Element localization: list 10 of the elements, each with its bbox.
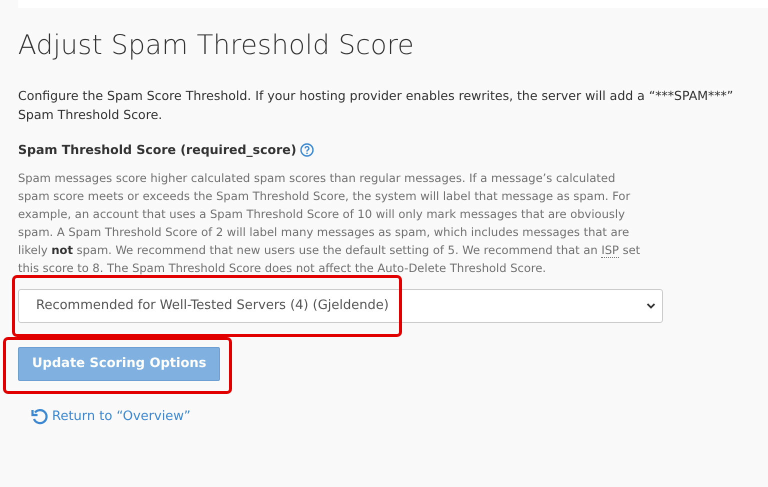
field-description: Spam messages score higher calculated spam scores than regular messages. If a message’s calculated spam score meets or exceeds the Spam Threshold Score, the system will label that message as spam. For example, an account that uses a Spam Threshold Score of 10 will only mark messages that are obviously spam. A Spam Threshold Score of 2 will label many messages as spam, which includes messages that are likely not spam. We recommend that new users use the default setting of 5. We recommend that an ISP set this score to 8. The Spam Threshold Score does not affect the Auto-Delete Threshold Score. — [18, 170, 642, 277]
score-select[interactable]: Recommended for Well-Tested Servers (4) (Gjeldende) — [18, 288, 663, 323]
undo-icon — [31, 408, 49, 426]
page-title: Adjust Spam Threshold Score — [18, 29, 414, 63]
field-label: Spam Threshold Score (required_score) — [18, 141, 296, 159]
intro-text: Configure the Spam Score Threshold. If your hosting provider enables rewrites, the server will add a “***SPAM***” — [18, 87, 734, 105]
chevron-down-icon — [646, 302, 656, 310]
intro-text: Spam Threshold Score. — [18, 106, 162, 124]
help-icon[interactable] — [300, 143, 314, 158]
return-link[interactable]: Return to “Overview” — [52, 406, 191, 426]
